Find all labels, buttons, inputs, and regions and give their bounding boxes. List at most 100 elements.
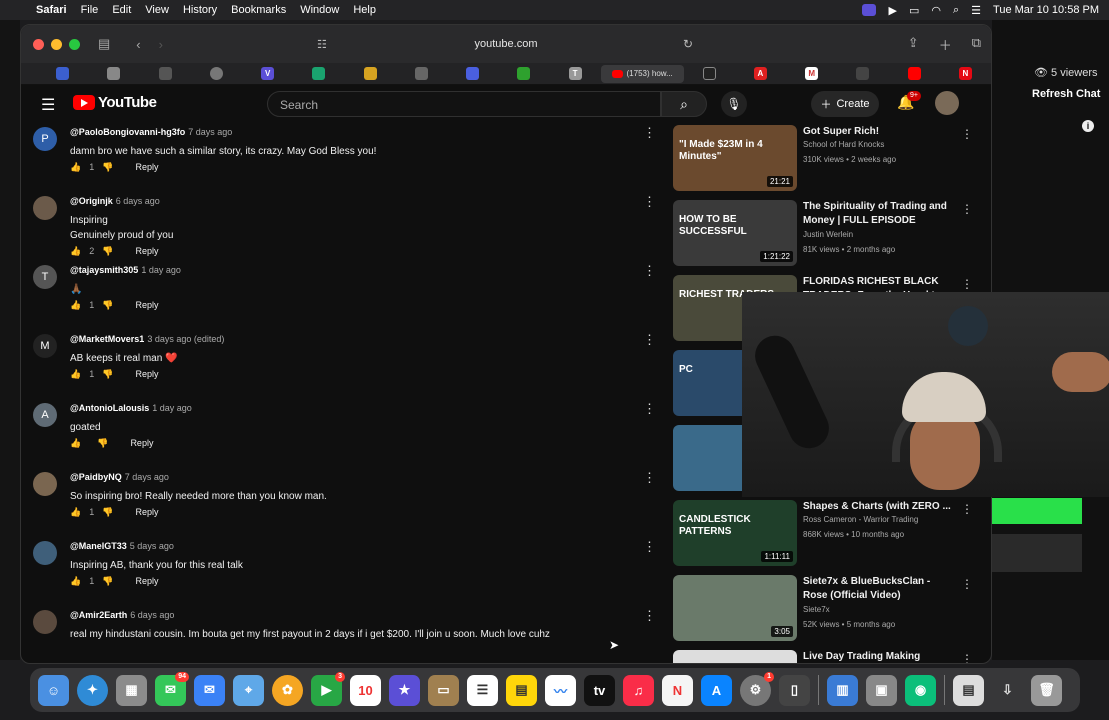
comment-age[interactable]: 7 days ago <box>188 127 232 137</box>
imovie-icon[interactable]: ★ <box>389 674 420 706</box>
messages-icon[interactable]: ✉ 94 <box>155 671 189 706</box>
iphone-mirroring-icon[interactable]: ▯ <box>779 674 810 706</box>
commenter-avatar[interactable]: M <box>33 334 57 358</box>
tab-favicon[interactable]: N <box>940 67 991 80</box>
menu-history[interactable]: History <box>183 4 217 16</box>
related-video[interactable]: "I Made $23M in 4 Minutes" 21:21 Got Super… <box>673 123 973 198</box>
comment-age[interactable]: 5 days ago <box>130 541 174 551</box>
comment-author[interactable]: @ManelGT33 <box>70 541 127 551</box>
video-more-icon[interactable]: ⋮ <box>961 127 973 141</box>
control-center-icon[interactable]: ☰ <box>971 4 981 17</box>
comment-author[interactable]: @tajaysmith305 <box>70 265 138 275</box>
video-thumbnail[interactable] <box>673 650 797 663</box>
dislike-icon[interactable]: 👎 <box>102 162 113 173</box>
video-more-icon[interactable]: ⋮ <box>961 277 973 291</box>
video-more-icon[interactable]: ⋮ <box>961 577 973 591</box>
comment-author[interactable]: @PaidbyNQ <box>70 472 122 482</box>
comment-more-icon[interactable]: ⋮ <box>643 332 656 348</box>
preview-icon[interactable]: ▣ <box>866 674 897 706</box>
menu-app-name[interactable]: Safari <box>36 4 67 16</box>
page-menu-icon[interactable]: ☷ <box>317 38 327 51</box>
tab-overview-icon[interactable]: ⧉ <box>972 35 981 54</box>
comment-author[interactable]: @AntonioLalousis <box>70 403 149 413</box>
comment-more-icon[interactable]: ⋮ <box>643 470 656 486</box>
comment-age[interactable]: 1 day ago <box>152 403 192 413</box>
dislike-icon[interactable]: 👎 <box>102 576 113 587</box>
battery-icon[interactable]: ▭ <box>909 4 919 17</box>
reply-button[interactable]: Reply <box>135 576 158 586</box>
screen-recorder-icon[interactable]: ◉ <box>905 674 936 706</box>
wifi-icon[interactable]: ◠ <box>931 4 941 17</box>
tab-favicon[interactable] <box>447 67 498 80</box>
menu-file[interactable]: File <box>81 4 99 16</box>
comment-author[interactable]: @PaoloBongiovanni-hg3fo <box>70 127 185 137</box>
reply-button[interactable]: Reply <box>135 246 158 256</box>
comment-age[interactable]: 7 days ago <box>125 472 169 482</box>
related-video[interactable]: HOW TO BE SUCCESSFUL 1:21:22 The Spiritual… <box>673 198 973 273</box>
share-icon[interactable]: ⇪ <box>908 35 919 54</box>
menu-hamburger-icon[interactable]: ☰ <box>41 95 55 115</box>
menu-clock[interactable]: Tue Mar 10 10:58 PM <box>993 4 1099 16</box>
reminders-icon[interactable]: ☰ <box>467 674 498 706</box>
comment-age[interactable]: 3 days ago (edited) <box>147 334 224 344</box>
account-avatar[interactable] <box>935 91 959 115</box>
tab-youtube-active[interactable]: (1753) how... <box>600 64 684 83</box>
photos-icon[interactable]: ✿ <box>272 674 303 706</box>
video-channel[interactable]: Justin Werlein <box>803 230 853 239</box>
safari-icon[interactable]: ✦ <box>77 674 108 706</box>
dislike-icon[interactable]: 👎 <box>102 246 113 257</box>
comment-author[interactable]: @Amir2Earth <box>70 610 127 620</box>
video-thumbnail[interactable]: HOW TO BE SUCCESSFUL 1:21:22 <box>673 200 797 266</box>
comment-more-icon[interactable]: ⋮ <box>643 263 656 279</box>
commenter-avatar[interactable]: T <box>33 265 57 289</box>
tab-favicon[interactable] <box>88 67 139 80</box>
video-more-icon[interactable]: ⋮ <box>961 652 973 663</box>
comment-author[interactable]: @Originjk <box>70 196 113 206</box>
music-icon[interactable]: ♫ <box>623 674 654 706</box>
commenter-avatar[interactable] <box>33 541 57 565</box>
related-video[interactable]: CANDLESTICK PATTERNS 1:11:11 Shapes & Char… <box>673 498 973 573</box>
like-icon[interactable]: 👍 <box>70 507 81 518</box>
stickies-icon[interactable]: ▤ <box>506 674 537 706</box>
back-icon[interactable]: ‹ <box>136 37 140 52</box>
search-button[interactable]: ⌕ <box>661 91 707 117</box>
menu-bookmarks[interactable]: Bookmarks <box>231 4 286 16</box>
related-video[interactable]: Live Day Trading Making $176,000 (HE PAS… <box>673 648 973 663</box>
tab-favicon[interactable] <box>889 67 940 80</box>
tab-favicon[interactable]: V <box>242 67 293 80</box>
like-icon[interactable]: 👍 <box>70 300 81 311</box>
video-title[interactable]: Shapes & Charts (with ZERO ... <box>803 500 951 514</box>
voice-search-button[interactable]: 🎙 <box>721 91 747 117</box>
like-icon[interactable]: 👍 <box>70 369 81 380</box>
play-icon[interactable]: ▶ <box>888 4 896 17</box>
comment-more-icon[interactable]: ⋮ <box>643 539 656 555</box>
apple-tv-icon[interactable]: tv <box>584 674 615 706</box>
like-icon[interactable]: 👍 <box>70 162 81 173</box>
spotlight-icon[interactable]: ⌕ <box>953 4 959 17</box>
tab-favicon[interactable] <box>140 67 191 80</box>
video-title[interactable]: Live Day Trading Making $176,000 (HE PAS… <box>803 650 951 663</box>
like-icon[interactable]: 👍 <box>70 246 81 257</box>
refresh-chat-button[interactable]: Refresh Chat <box>1032 88 1100 100</box>
video-channel[interactable]: Siete7x <box>803 605 830 614</box>
commenter-avatar[interactable]: P <box>33 127 57 151</box>
mail-icon[interactable]: ✉ <box>194 674 225 706</box>
menu-window[interactable]: Window <box>300 4 339 16</box>
tab-favicon[interactable] <box>293 67 344 80</box>
system-settings-icon[interactable]: ⚙ 1 <box>740 671 774 706</box>
tab-favicon[interactable]: A <box>735 67 786 80</box>
tab-favicon[interactable] <box>191 67 242 80</box>
dislike-icon[interactable]: 👎 <box>97 438 108 449</box>
video-more-icon[interactable]: ⋮ <box>961 202 973 216</box>
zoom-window-button[interactable] <box>69 38 80 50</box>
tab-favicon[interactable] <box>345 67 396 80</box>
dislike-icon[interactable]: 👎 <box>102 300 113 311</box>
commenter-avatar[interactable] <box>33 196 57 220</box>
commenter-avatar[interactable] <box>33 472 57 496</box>
tab-favicon[interactable] <box>37 67 88 80</box>
video-title[interactable]: Siete7x & BlueBucksClan - Rose (Official… <box>803 575 951 603</box>
forward-icon[interactable]: › <box>159 37 163 52</box>
related-video[interactable]: 3:05 Siete7x & BlueBucksClan - Rose (Offi… <box>673 573 973 648</box>
new-tab-icon[interactable]: ＋ <box>939 35 952 54</box>
tab-favicon[interactable] <box>396 67 447 80</box>
